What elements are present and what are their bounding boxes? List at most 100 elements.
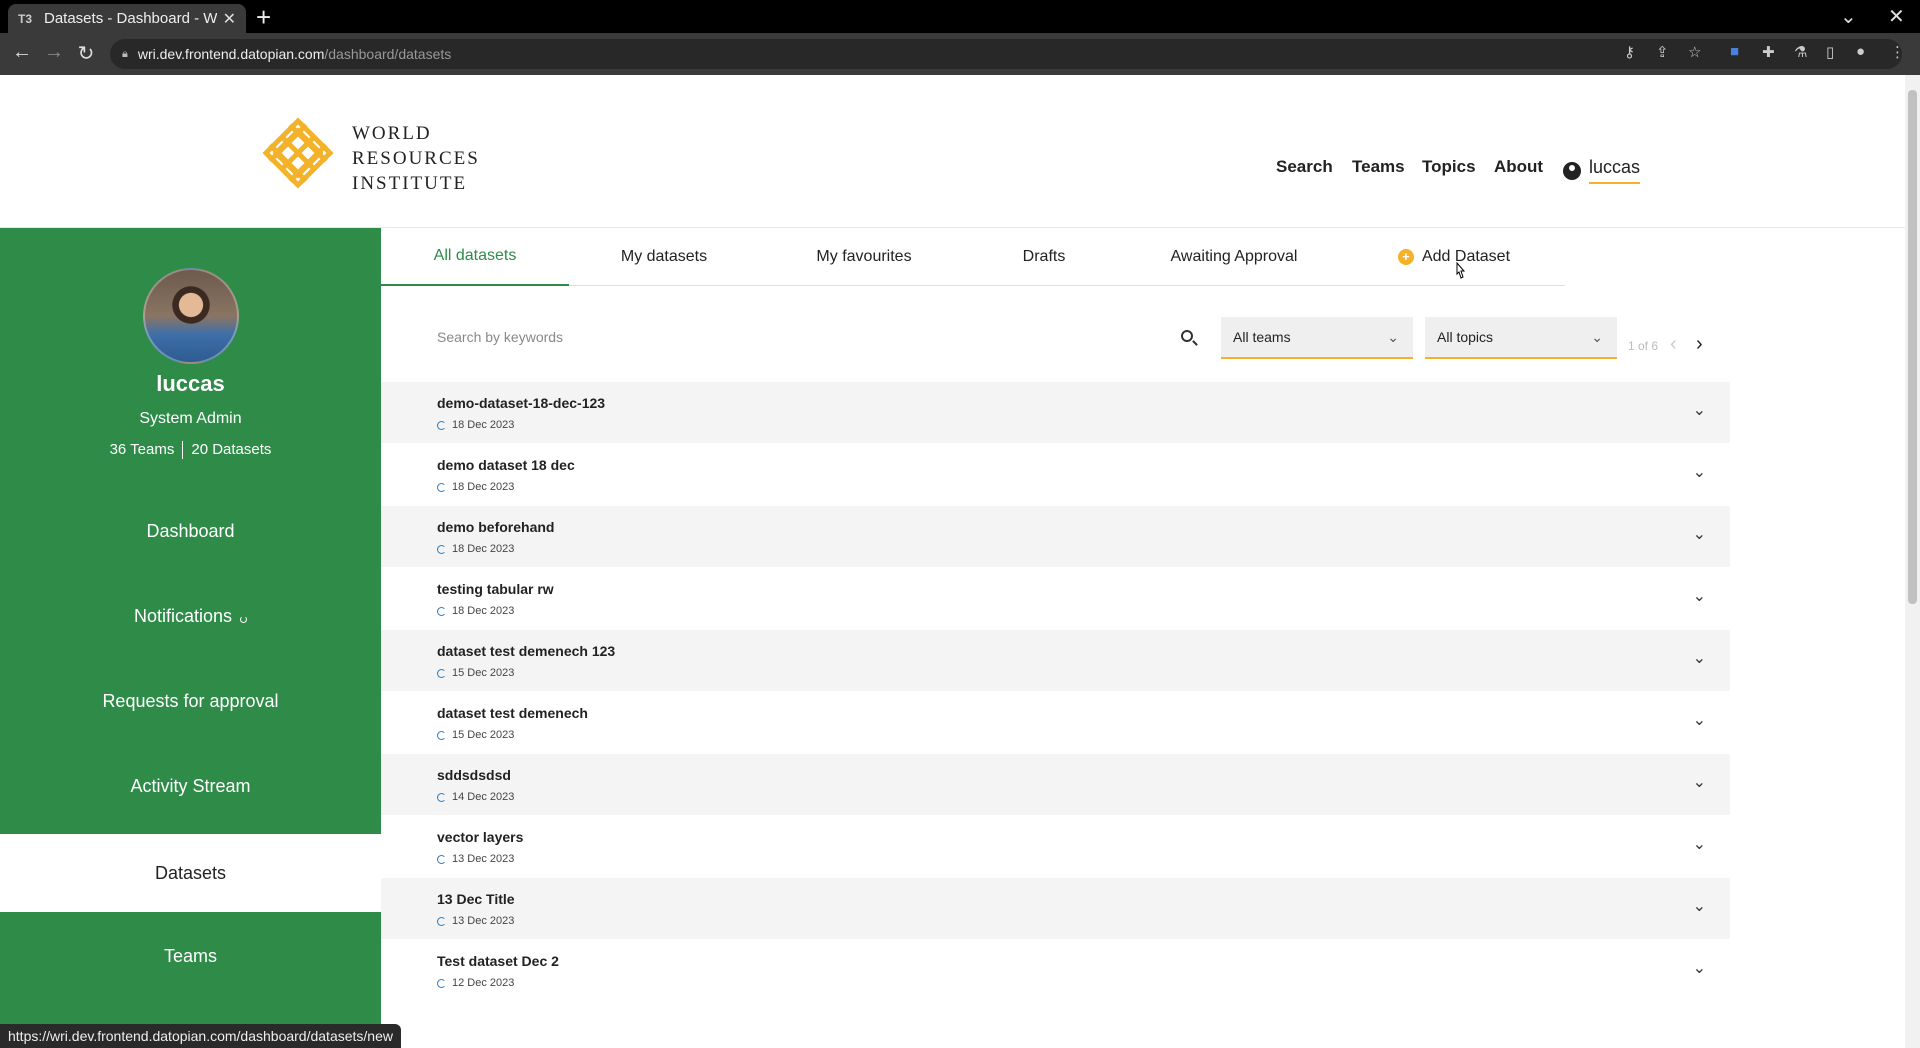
close-tab-icon[interactable]: ✕ <box>223 9 236 29</box>
dataset-name[interactable]: demo beforehand <box>437 519 554 535</box>
sidebar-item-teams[interactable]: Teams <box>0 917 381 995</box>
chevron-down-icon[interactable]: ⌄ <box>1693 772 1706 792</box>
dataset-name[interactable]: Test dataset Dec 2 <box>437 953 559 969</box>
dataset-row[interactable]: dataset test demenech 15 Dec 2023 ⌄ <box>381 692 1730 754</box>
user-menu[interactable]: luccas <box>1563 157 1641 184</box>
teams-filter-value: All teams <box>1233 329 1291 345</box>
dataset-list: demo-dataset-18-dec-123 18 Dec 2023 ⌄ de… <box>381 382 1730 1002</box>
browser-toolbar: ← → ↻ 🔒︎ wri.dev.frontend.datopian.com/d… <box>0 33 1920 75</box>
share-icon[interactable]: ⇪ <box>1656 43 1669 61</box>
chevron-down-icon: ⌄ <box>1591 329 1603 345</box>
pager-text: 1 of 6 <box>1628 339 1659 353</box>
tab-my-favourites[interactable]: My favourites <box>759 228 969 286</box>
dataset-name[interactable]: dataset test demenech <box>437 705 588 721</box>
site-header: WORLD RESOURCES INSTITUTE Search Teams T… <box>0 75 1905 228</box>
flask-extension-icon[interactable]: ⚗ <box>1794 43 1807 61</box>
browser-tab[interactable]: T3 Datasets - Dashboard - W ✕ <box>8 4 246 33</box>
chevron-down-icon[interactable]: ⌄ <box>1693 400 1706 420</box>
scrollbar-thumb[interactable] <box>1908 90 1917 604</box>
side-panel-icon[interactable]: ▯ <box>1826 43 1834 61</box>
sidebar-item-activity-stream[interactable]: Activity Stream <box>0 747 381 825</box>
sidebar-item-datasets[interactable]: Datasets <box>0 834 381 912</box>
chevron-down-icon[interactable]: ⌄ <box>1693 648 1706 668</box>
search-icon[interactable] <box>1181 330 1193 342</box>
chevron-down-icon[interactable]: ⌄ <box>1693 524 1706 544</box>
wri-logo-icon[interactable] <box>262 117 334 189</box>
dataset-date: 13 Dec 2023 <box>437 853 514 865</box>
sidebar-item-requests[interactable]: Requests for approval <box>0 662 381 740</box>
tab-search-icon[interactable]: ⌄ <box>1840 4 1857 29</box>
topics-filter-value: All topics <box>1437 329 1494 345</box>
chevron-down-icon[interactable]: ⌄ <box>1693 896 1706 916</box>
teams-filter-select[interactable]: All teams ⌄ <box>1221 317 1413 359</box>
chevron-down-icon[interactable]: ⌄ <box>1693 710 1706 730</box>
tab-awaiting-approval[interactable]: Awaiting Approval <box>1119 228 1349 286</box>
dataset-row[interactable]: vector layers 13 Dec 2023 ⌄ <box>381 816 1730 878</box>
dataset-name[interactable]: sddsdsdsd <box>437 767 511 783</box>
dataset-row[interactable]: dataset test demenech 123 15 Dec 2023 ⌄ <box>381 630 1730 692</box>
key-icon[interactable]: ⚷ <box>1624 43 1635 61</box>
new-tab-button[interactable]: + <box>256 2 271 32</box>
sync-icon <box>437 420 446 430</box>
reload-icon[interactable]: ↻ <box>72 41 100 66</box>
dataset-tabs: All datasets My datasets My favourites D… <box>381 228 1565 286</box>
dataset-name[interactable]: demo-dataset-18-dec-123 <box>437 395 605 411</box>
dataset-name[interactable]: dataset test demenech 123 <box>437 643 615 659</box>
dataset-name[interactable]: vector layers <box>437 829 523 845</box>
dataset-row[interactable]: demo-dataset-18-dec-123 18 Dec 2023 ⌄ <box>381 382 1730 444</box>
dashboard-sidebar: luccas System Admin 36 Teams 20 Datasets … <box>0 228 381 1048</box>
extensions-puzzle-icon[interactable]: ✚ <box>1762 43 1775 61</box>
favicon-icon: T3 <box>18 11 33 26</box>
dataset-row[interactable]: testing tabular rw 18 Dec 2023 ⌄ <box>381 568 1730 630</box>
dataset-name[interactable]: demo dataset 18 dec <box>437 457 575 473</box>
bitwarden-extension-icon[interactable]: ■ <box>1730 43 1739 60</box>
chevron-down-icon[interactable]: ⌄ <box>1693 834 1706 854</box>
dataset-date: 14 Dec 2023 <box>437 791 514 803</box>
add-dataset-label: Add Dataset <box>1421 248 1511 265</box>
tab-all-datasets[interactable]: All datasets <box>381 228 569 286</box>
sidebar-item-dashboard[interactable]: Dashboard <box>0 492 381 570</box>
dataset-date: 12 Dec 2023 <box>437 977 514 989</box>
logo-line: INSTITUTE <box>352 173 468 194</box>
dataset-row[interactable]: sddsdsdsd 14 Dec 2023 ⌄ <box>381 754 1730 816</box>
tab-drafts[interactable]: Drafts <box>969 228 1119 286</box>
nav-about[interactable]: About <box>1494 157 1543 177</box>
dataset-row[interactable]: demo beforehand 18 Dec 2023 ⌄ <box>381 506 1730 568</box>
nav-search[interactable]: Search <box>1276 157 1333 177</box>
chevron-down-icon[interactable]: ⌄ <box>1693 462 1706 482</box>
sync-icon <box>437 854 446 864</box>
menu-kebab-icon[interactable]: ⋮ <box>1890 43 1905 61</box>
chevron-left-icon[interactable]: ‹ <box>1670 333 1677 356</box>
url-host: wri.dev.frontend.datopian.com <box>137 46 325 62</box>
chevron-down-icon[interactable]: ⌄ <box>1693 586 1706 606</box>
bookmark-star-icon[interactable]: ☆ <box>1688 43 1701 61</box>
forward-icon[interactable]: → <box>40 41 68 64</box>
dataset-date-text: 15 Dec 2023 <box>452 667 515 679</box>
dataset-name[interactable]: 13 Dec Title <box>437 891 515 907</box>
dataset-row[interactable]: demo dataset 18 dec 18 Dec 2023 ⌄ <box>381 444 1730 506</box>
back-icon[interactable]: ← <box>8 41 36 64</box>
dataset-row[interactable]: Test dataset Dec 2 12 Dec 2023 ⌄ <box>381 940 1730 1002</box>
close-window-icon[interactable]: ✕ <box>1888 4 1905 29</box>
dataset-name[interactable]: testing tabular rw <box>437 581 554 597</box>
sidebar-item-notifications[interactable]: Notifications <box>0 577 381 655</box>
chevron-right-icon[interactable]: › <box>1696 333 1703 356</box>
browser-tab-bar: T3 Datasets - Dashboard - W ✕ + ⌄ ✕ <box>0 0 1920 33</box>
nav-teams[interactable]: Teams <box>1352 157 1405 177</box>
dataset-date-text: 18 Dec 2023 <box>452 481 515 493</box>
logo-text[interactable]: WORLD RESOURCES INSTITUTE <box>352 121 480 196</box>
search-input[interactable] <box>437 322 1177 352</box>
tab-my-datasets[interactable]: My datasets <box>569 228 759 286</box>
dataset-row[interactable]: 13 Dec Title 13 Dec 2023 ⌄ <box>381 878 1730 940</box>
logo-line: WORLD <box>352 123 432 144</box>
dataset-date: 18 Dec 2023 <box>437 605 514 617</box>
dataset-date-text: 15 Dec 2023 <box>452 729 515 741</box>
topics-filter-select[interactable]: All topics ⌄ <box>1425 317 1617 359</box>
chevron-down-icon[interactable]: ⌄ <box>1693 958 1706 978</box>
url-path: /dashboard/datasets <box>324 46 452 62</box>
profile-avatar-icon[interactable]: ● <box>1856 43 1865 60</box>
nav-topics[interactable]: Topics <box>1422 157 1476 177</box>
divider <box>182 441 184 460</box>
dataset-date-text: 18 Dec 2023 <box>452 419 515 431</box>
sync-icon <box>437 544 446 554</box>
